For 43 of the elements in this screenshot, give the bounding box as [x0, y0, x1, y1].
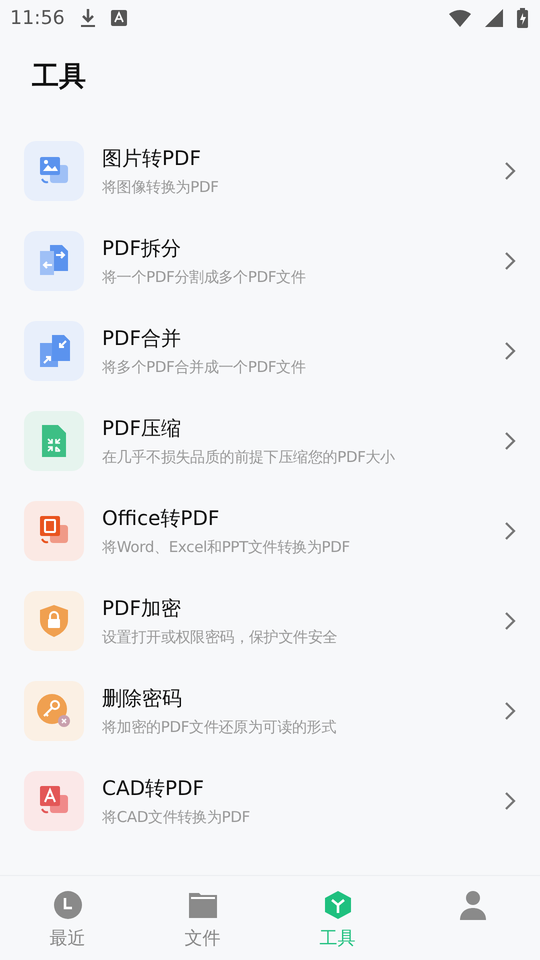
tool-title: 图片转PDF — [102, 145, 202, 172]
cube-icon — [322, 890, 352, 920]
chevron-right-icon — [504, 521, 516, 541]
battery-icon — [517, 8, 528, 28]
folder-icon — [188, 890, 218, 920]
tool-item[interactable]: Office转PDF 将Word、Excel和PPT文件转换为PDF — [0, 486, 540, 576]
tool-description: 在几乎不损失品质的前提下压缩您的PDF大小 — [102, 448, 396, 467]
chevron-right-icon — [504, 431, 516, 451]
tool-description: 将Word、Excel和PPT文件转换为PDF — [102, 538, 351, 557]
person-icon — [458, 890, 488, 920]
tool-title: 删除密码 — [102, 685, 183, 712]
tool-item[interactable]: PDF压缩 在几乎不损失品质的前提下压缩您的PDF大小 — [0, 396, 540, 486]
signal-icon — [485, 9, 503, 27]
chevron-right-icon — [504, 791, 516, 811]
tool-description: 将图像转换为PDF — [102, 178, 220, 197]
tool-item[interactable]: PDF拆分 将一个PDF分割成多个PDF文件 — [0, 216, 540, 306]
tool-title: Office转PDF — [102, 505, 220, 532]
chevron-right-icon — [504, 341, 516, 361]
tool-description: 设置打开或权限密码，保护文件安全 — [102, 628, 338, 647]
tool-item[interactable]: CAD转PDF 将CAD文件转换为PDF — [0, 756, 540, 846]
tool-title: PDF压缩 — [102, 415, 182, 442]
chevron-right-icon — [504, 161, 516, 181]
status-time: 11:56 — [10, 7, 65, 29]
tool-item[interactable]: 图片转PDF 将图像转换为PDF — [0, 126, 540, 216]
tool-title: PDF加密 — [102, 595, 182, 622]
download-icon — [78, 8, 97, 28]
tool-item[interactable]: PDF合并 将多个PDF合并成一个PDF文件 — [0, 306, 540, 396]
tool-item[interactable]: PDF加密 设置打开或权限密码，保护文件安全 — [0, 576, 540, 666]
tool-title: PDF合并 — [102, 325, 182, 352]
page-title: 工具 — [32, 60, 87, 94]
chevron-right-icon — [504, 701, 516, 721]
wifi-icon — [449, 9, 471, 27]
tool-description: 将加密的PDF文件还原为可读的形式 — [102, 718, 338, 737]
clock-icon — [52, 890, 82, 920]
tool-description: 将一个PDF分割成多个PDF文件 — [102, 268, 307, 287]
tool-title: CAD转PDF — [102, 775, 206, 802]
chevron-right-icon — [504, 611, 516, 631]
tool-description: 将CAD文件转换为PDF — [102, 808, 251, 827]
tool-title: PDF拆分 — [102, 235, 182, 262]
tool-item[interactable]: 删除密码 将加密的PDF文件还原为可读的形式 — [0, 666, 540, 756]
tool-description: 将多个PDF合并成一个PDF文件 — [102, 358, 307, 377]
key-remove-icon — [36, 693, 72, 729]
chevron-right-icon — [504, 251, 516, 271]
